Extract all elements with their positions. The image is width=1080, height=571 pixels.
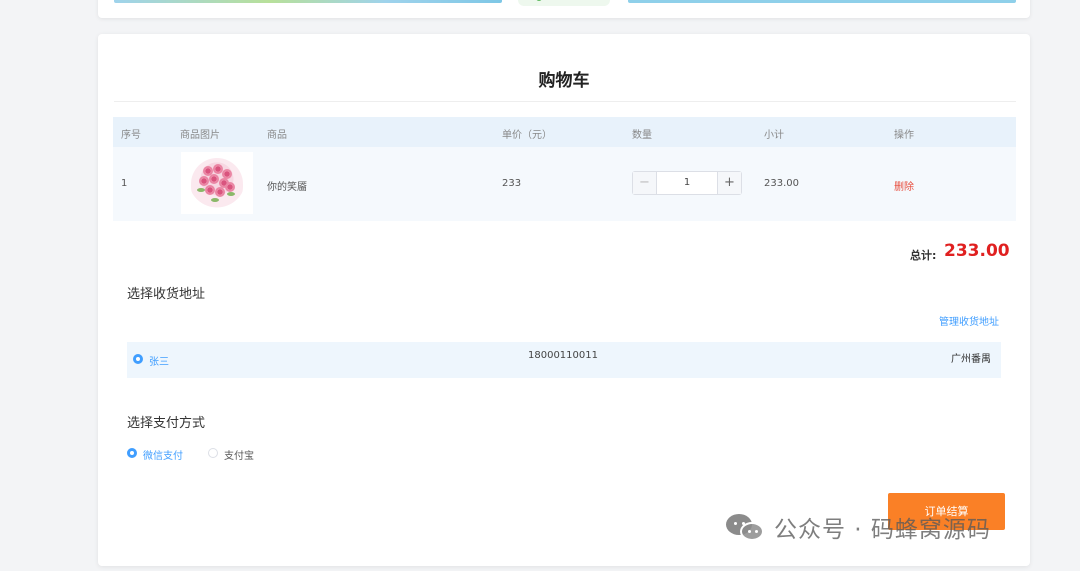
header-action: 操作 bbox=[894, 130, 914, 141]
product-image[interactable] bbox=[181, 152, 253, 214]
alipay-radio[interactable] bbox=[208, 448, 218, 458]
cart-panel bbox=[98, 34, 1030, 566]
divider bbox=[114, 101, 1016, 102]
payment-section-title: 选择支付方式 bbox=[127, 416, 206, 431]
address-phone: 18000110011 bbox=[528, 350, 598, 361]
flower-icon bbox=[225, 182, 235, 192]
quantity-stepper: − 1 + bbox=[632, 171, 742, 195]
flower-icon bbox=[205, 185, 215, 195]
flower-icon bbox=[209, 174, 219, 184]
leaf-icon bbox=[227, 192, 235, 196]
status-pill bbox=[518, 0, 610, 6]
manage-address-link[interactable]: 管理收货地址 bbox=[939, 313, 999, 328]
banner-strip bbox=[114, 0, 502, 3]
previous-card bbox=[98, 0, 1030, 18]
leaf-icon bbox=[211, 198, 219, 202]
leaf-icon bbox=[197, 188, 205, 192]
delete-button[interactable]: 删除 bbox=[894, 178, 914, 193]
watermark: 公众号 · 码蜂窝源码 bbox=[726, 510, 991, 544]
header-unit-price: 单价（元） bbox=[502, 130, 552, 141]
header-index: 序号 bbox=[121, 130, 141, 141]
wechat-icon bbox=[726, 512, 768, 542]
item-index: 1 bbox=[121, 178, 128, 189]
address-name: 张三 bbox=[149, 357, 169, 368]
header-image: 商品图片 bbox=[180, 130, 220, 141]
header-subtotal: 小计 bbox=[764, 130, 784, 141]
wechat-pay-radio[interactable] bbox=[127, 448, 137, 458]
address-section-title: 选择收货地址 bbox=[127, 287, 206, 302]
increase-button[interactable]: + bbox=[717, 172, 741, 194]
item-subtotal: 233.00 bbox=[764, 178, 799, 189]
quantity-input[interactable]: 1 bbox=[657, 172, 717, 194]
wechat-pay-label[interactable]: 微信支付 bbox=[143, 447, 183, 462]
total-label: 总计: bbox=[910, 249, 937, 262]
item-unit-price: 233 bbox=[502, 178, 522, 189]
decrease-button[interactable]: − bbox=[633, 172, 657, 194]
header-product: 商品 bbox=[267, 130, 287, 141]
header-quantity: 数量 bbox=[632, 130, 652, 141]
watermark-text: 公众号 · 码蜂窝源码 bbox=[774, 517, 991, 543]
address-radio[interactable] bbox=[133, 354, 143, 364]
page-title: 购物车 bbox=[538, 71, 590, 91]
item-name[interactable]: 你的笑靥 bbox=[267, 178, 307, 193]
alipay-label[interactable]: 支付宝 bbox=[224, 447, 254, 462]
banner-strip bbox=[628, 0, 1016, 3]
total-value: 233.00 bbox=[944, 241, 1010, 261]
flower-icon bbox=[215, 187, 225, 197]
address-city: 广州番禺 bbox=[951, 354, 991, 365]
cart-table-header bbox=[113, 117, 1016, 147]
